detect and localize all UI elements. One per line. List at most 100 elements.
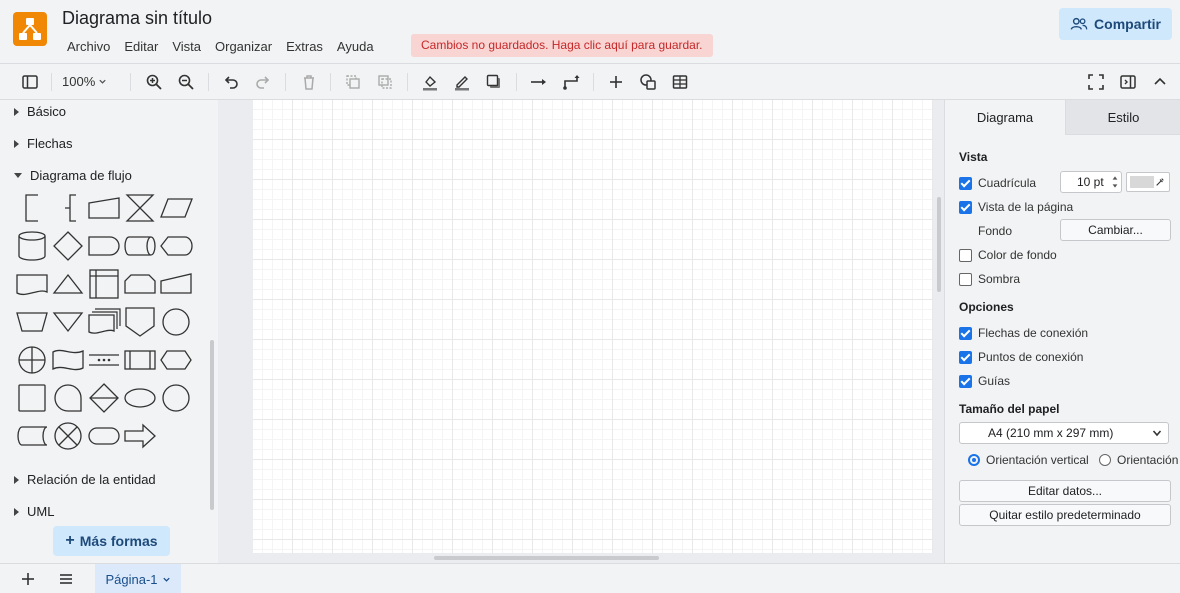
pages-menu-icon[interactable] [55, 568, 77, 590]
parallel-mode-shape-icon[interactable] [86, 342, 122, 378]
menu-arrange[interactable]: Organizar [208, 36, 279, 58]
change-background-button[interactable]: Cambiar... [1060, 219, 1171, 241]
predefined-process-shape-icon[interactable] [122, 342, 158, 378]
connection-points-checkbox[interactable] [959, 350, 972, 364]
decision-shape-icon[interactable] [50, 228, 86, 264]
insert-plus-icon[interactable] [605, 71, 627, 93]
manual-operation-shape-icon[interactable] [14, 304, 50, 340]
chevron-down-icon[interactable] [162, 575, 171, 584]
start-ellipse-shape-icon[interactable] [122, 380, 158, 416]
diagram-title[interactable]: Diagrama sin título [62, 8, 212, 29]
start-circle-shape-icon[interactable] [158, 380, 194, 416]
landscape-radio[interactable] [1099, 454, 1111, 466]
grid-checkbox[interactable] [959, 176, 972, 190]
grid-option[interactable]: Cuadrícula [959, 176, 1036, 190]
menu-view[interactable]: Vista [165, 36, 208, 58]
grid-color-picker[interactable] [1126, 172, 1170, 192]
transfer-arrow-shape-icon[interactable] [122, 418, 158, 454]
loop-limit-shape-icon[interactable] [122, 266, 158, 302]
menu-file[interactable]: Archivo [60, 36, 117, 58]
zoom-out-icon[interactable] [175, 71, 197, 93]
background-color-option[interactable]: Color de fondo [959, 248, 1057, 262]
collapse-chevron-up-icon[interactable] [1149, 71, 1171, 93]
connection-points-option[interactable]: Puntos de conexión [959, 350, 1083, 364]
stepper-arrows-icon[interactable] [1111, 173, 1119, 191]
share-button[interactable]: Compartir [1059, 8, 1172, 40]
canvas-vertical-scrollbar[interactable] [937, 197, 941, 292]
stored-data-shape-icon[interactable] [14, 418, 50, 454]
landscape-option[interactable]: Orientación horizontal [1099, 453, 1180, 467]
paper-tape-shape-icon[interactable] [50, 342, 86, 378]
page-tab[interactable]: Página-1 [95, 564, 181, 593]
tab-style[interactable]: Estilo [1065, 100, 1180, 135]
sequential-data-shape-icon[interactable] [50, 380, 86, 416]
fill-color-icon[interactable] [419, 71, 441, 93]
connection-arrow-icon[interactable] [528, 71, 550, 93]
or-shape-icon[interactable] [14, 342, 50, 378]
paper-size-select[interactable]: A4 (210 mm x 297 mm) [959, 422, 1169, 444]
tab-diagram[interactable]: Diagrama [945, 100, 1065, 135]
format-panel-icon[interactable] [1117, 71, 1139, 93]
grid-size-input[interactable]: 10 pt [1060, 171, 1122, 193]
menu-extras[interactable]: Extras [279, 36, 330, 58]
category-uml[interactable]: UML [14, 504, 54, 519]
sort-shape-icon[interactable] [86, 380, 122, 416]
data-parallelogram-shape-icon[interactable] [158, 190, 194, 226]
delete-icon[interactable] [298, 71, 320, 93]
shadow-icon[interactable] [483, 71, 505, 93]
on-page-reference-circle-shape-icon[interactable] [158, 304, 194, 340]
manual-input-shape-icon[interactable] [86, 190, 122, 226]
shapes-icon[interactable] [637, 71, 659, 93]
shadow-checkbox[interactable] [959, 272, 972, 286]
drawio-logo-icon[interactable] [13, 12, 47, 46]
redo-icon[interactable] [252, 71, 274, 93]
unsaved-changes-notice[interactable]: Cambios no guardados. Haga clic aquí par… [411, 34, 713, 57]
internal-storage-shape-icon[interactable] [86, 266, 122, 302]
portrait-option[interactable]: Orientación vertical [968, 453, 1089, 467]
clear-default-style-button[interactable]: Quitar estilo predeterminado [959, 504, 1171, 526]
to-front-icon[interactable] [342, 71, 364, 93]
off-page-reference-shape-icon[interactable] [122, 304, 158, 340]
category-flowchart[interactable]: Diagrama de flujo [14, 168, 132, 183]
guides-option[interactable]: Guías [959, 374, 1010, 388]
undo-icon[interactable] [220, 71, 242, 93]
summing-junction-shape-icon[interactable] [50, 418, 86, 454]
annotation-shape-icon[interactable] [14, 190, 50, 226]
edit-data-button[interactable]: Editar datos... [959, 480, 1171, 502]
page-grid[interactable] [253, 100, 933, 553]
category-basic[interactable]: Básico [14, 104, 66, 119]
zoom-in-icon[interactable] [143, 71, 165, 93]
merge-triangle-shape-icon[interactable] [50, 304, 86, 340]
display-shape-icon[interactable] [158, 228, 194, 264]
format-panel-toggle-icon[interactable] [19, 71, 41, 93]
manual-operation-card-shape-icon[interactable] [158, 266, 194, 302]
connection-arrows-checkbox[interactable] [959, 326, 972, 340]
process-square-shape-icon[interactable] [14, 380, 50, 416]
add-page-plus-icon[interactable] [17, 568, 39, 590]
extract-triangle-shape-icon[interactable] [50, 266, 86, 302]
zoom-dropdown[interactable]: 100% [62, 74, 107, 89]
fullscreen-icon[interactable] [1085, 71, 1107, 93]
page-view-option[interactable]: Vista de la página [959, 200, 1073, 214]
delay-shape-icon[interactable] [86, 228, 122, 264]
preparation-shape-icon[interactable] [158, 342, 194, 378]
database-shape-icon[interactable] [14, 228, 50, 264]
document-shape-icon[interactable] [14, 266, 50, 302]
sidebar-scrollbar[interactable] [210, 340, 214, 510]
page-view-checkbox[interactable] [959, 200, 972, 214]
menu-help[interactable]: Ayuda [330, 36, 381, 58]
collate-shape-icon[interactable] [122, 190, 158, 226]
to-back-icon[interactable] [374, 71, 396, 93]
guides-checkbox[interactable] [959, 374, 972, 388]
annotation-brace-shape-icon[interactable] [50, 190, 86, 226]
more-shapes-button[interactable]: + Más formas [53, 526, 170, 556]
table-icon[interactable] [669, 71, 691, 93]
connection-arrows-option[interactable]: Flechas de conexión [959, 326, 1088, 340]
category-entity-relation[interactable]: Relación de la entidad [14, 472, 156, 487]
shadow-option[interactable]: Sombra [959, 272, 1020, 286]
canvas-horizontal-scrollbar[interactable] [434, 556, 659, 560]
diagram-canvas[interactable] [218, 100, 944, 563]
line-color-icon[interactable] [451, 71, 473, 93]
multi-document-shape-icon[interactable] [86, 304, 122, 340]
menu-edit[interactable]: Editar [117, 36, 165, 58]
